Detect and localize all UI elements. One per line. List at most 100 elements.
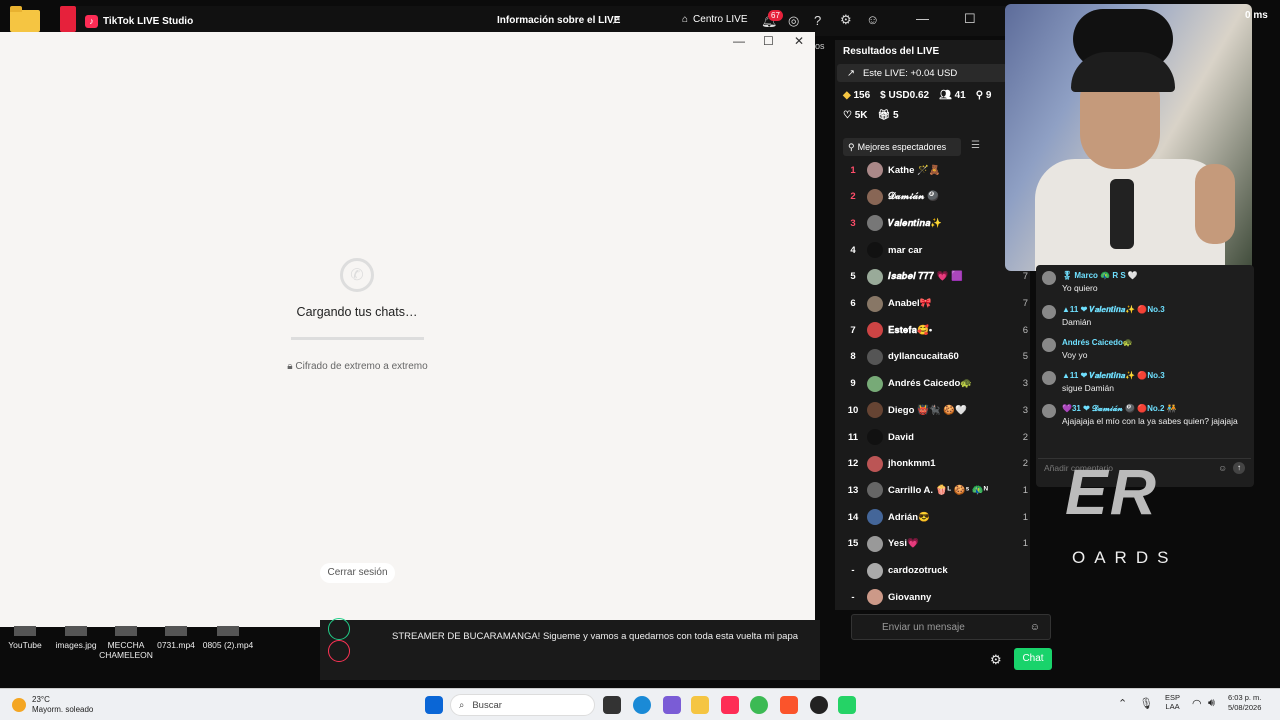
lang-line1: ESP xyxy=(1165,693,1181,702)
chevron-up-icon[interactable]: ⌃ xyxy=(1118,697,1127,710)
file-thumbnail xyxy=(65,626,87,636)
ai-icon[interactable]: ◎ xyxy=(788,13,799,29)
chat-text: Damián xyxy=(1062,317,1092,327)
send-message-input[interactable]: Enviar un mensaje ☺ xyxy=(851,614,1051,640)
copilot-icon[interactable] xyxy=(663,696,681,714)
share-icon[interactable]: ↗ xyxy=(611,13,621,27)
brave-icon[interactable] xyxy=(780,696,798,714)
folder-icon[interactable] xyxy=(10,6,40,32)
edge-icon[interactable] xyxy=(633,696,651,714)
viewer-row[interactable]: 10 Diego 👹🐈‍⬛ 🍪🤍 3 xyxy=(843,400,1028,420)
viewer-row[interactable]: 14 Adrián😎 1 xyxy=(843,507,1028,527)
webcam-feed xyxy=(1005,4,1252,271)
chrome-icon[interactable] xyxy=(750,696,768,714)
viewer-row[interactable]: 5 𝑰𝒔𝒂𝒃𝒆𝒍 𝟕𝟕𝟕 💗 🟪 7 xyxy=(843,267,1028,287)
minimize-icon[interactable]: — xyxy=(916,11,929,26)
viewer-count: 6 xyxy=(1022,324,1028,336)
viewer-row[interactable]: 12 jhonkmm1 2 xyxy=(843,454,1028,474)
viewer-name: Anabel🎀 xyxy=(888,298,932,309)
viewer-rank: 3 xyxy=(850,217,856,229)
volume-icon[interactable]: 🔊︎ xyxy=(1208,697,1215,710)
clock[interactable]: 6:03 p. m. 5/08/2026 xyxy=(1228,693,1261,713)
viewer-row[interactable]: 4 mar car xyxy=(843,240,1028,260)
encryption-label: Cifrado de extremo a extremo xyxy=(295,361,428,372)
list-icon[interactable]: ☰ xyxy=(971,140,980,151)
avatar xyxy=(867,535,883,552)
weather-widget[interactable]: 23°C Mayorm. soleado xyxy=(12,695,93,715)
weather-condition: Mayorm. soleado xyxy=(32,705,94,714)
file-name: 0805 (2).mp4 xyxy=(202,640,254,650)
gifts-stat: 🎁︎ 5 xyxy=(878,110,899,121)
viewer-row[interactable]: 2 𝓓𝓪𝓶𝓲𝓪́𝓷 🎱 xyxy=(843,187,1028,207)
avatar xyxy=(867,348,883,365)
info-live-link[interactable]: Información sobre el LIVE xyxy=(497,15,620,26)
temperature: 23°C xyxy=(32,695,50,704)
whatsapp-logo-icon: ✆ xyxy=(340,258,374,292)
viewer-count: 3 xyxy=(1022,404,1028,416)
chat-button[interactable]: Chat xyxy=(1014,648,1052,670)
usd-value: USD0.62 xyxy=(888,90,930,101)
diamond-icon: ◆ xyxy=(843,90,851,101)
centro-live-button[interactable]: ⌂ Centro LIVE xyxy=(682,14,748,25)
emoji-icon[interactable]: ☺ xyxy=(1030,622,1040,633)
viewer-row[interactable]: 6 Anabel🎀 7 xyxy=(843,294,1028,314)
profile-icon[interactable]: ☺ xyxy=(866,12,879,27)
whatsapp-taskbar-icon[interactable] xyxy=(838,696,856,714)
logout-button[interactable]: Cerrar sesión xyxy=(320,563,395,583)
viewer-rank: - xyxy=(851,591,855,603)
boards-logo-text: OARDS xyxy=(1072,548,1178,567)
settings-icon[interactable]: ⚙ xyxy=(840,12,852,28)
wifi-icon[interactable]: ◠ xyxy=(1192,697,1202,710)
chat-username: ▲11 ❤ 𝑽𝒂𝒍𝒆𝒏𝒕𝒊𝒏𝒂✨ 🔴No.3 xyxy=(1062,305,1165,314)
task-view-icon[interactable] xyxy=(603,696,621,714)
help-icon[interactable]: ? xyxy=(814,13,821,28)
usd-stat: $ USD0.62 xyxy=(880,90,929,101)
viewer-count: 2 xyxy=(1022,431,1028,443)
avatar xyxy=(1042,271,1056,285)
viewer-name: mar car xyxy=(888,244,923,256)
file-explorer-icon[interactable] xyxy=(691,696,709,714)
viewer-row[interactable]: 15 Yesi💗 1 xyxy=(843,534,1028,554)
gear-icon[interactable]: ⚙ xyxy=(990,652,1002,668)
diamonds-value: 156 xyxy=(853,90,871,101)
stream-action-icon-1[interactable] xyxy=(328,618,350,640)
taskbar-search[interactable]: ⌕ Buscar xyxy=(450,694,595,716)
live-results-panel: Resultados del LIVE ↗ Este LIVE: +0.04 U… xyxy=(835,40,1030,610)
wa-close-icon[interactable]: ✕ xyxy=(794,34,804,48)
viewer-row[interactable]: 7 𝐄𝐬𝐭𝐞𝐟𝐚🥰• 6 xyxy=(843,320,1028,340)
viewer-row[interactable]: 13 Carrillo A. 🍿ᴸ 🍪ˢ 🦚ᴺ 1 xyxy=(843,480,1028,500)
viewer-row[interactable]: 11 David 2 xyxy=(843,427,1028,447)
tiktok-desktop-shortcut[interactable] xyxy=(60,6,76,32)
wa-maximize-icon[interactable]: ☐ xyxy=(763,34,774,48)
viewer-name: Diego 👹🐈‍⬛ 🍪🤍 xyxy=(888,404,967,416)
viewer-count: 5 xyxy=(1022,351,1028,363)
latency-readout: 0 ms xyxy=(1245,10,1268,21)
chat-username: Andrés Caicedo🐢 xyxy=(1062,338,1133,347)
wa-minimize-icon[interactable]: — xyxy=(733,34,745,48)
viewer-name: dyllancucaita60 xyxy=(888,351,959,363)
mic-icon[interactable]: 🎙︎ xyxy=(1139,697,1153,710)
tiktok-taskbar-icon[interactable] xyxy=(721,696,739,714)
emoji-icon[interactable]: ☺ xyxy=(1218,459,1227,477)
stream-action-icon-2[interactable] xyxy=(328,640,350,662)
maximize-icon[interactable]: ☐ xyxy=(964,11,976,27)
obs-icon[interactable] xyxy=(810,696,828,714)
top-viewers-icon: ⚲ xyxy=(848,141,855,152)
viewer-row[interactable]: 3 𝑽𝒂𝒍𝒆𝒏𝒕𝒊𝒏𝒂✨ xyxy=(843,213,1028,233)
tab-top-viewers[interactable]: ⚲ Mejores espectadores xyxy=(843,138,961,156)
language-indicator[interactable]: ESP LAA xyxy=(1165,693,1180,711)
avatar xyxy=(867,402,883,419)
viewers-value: 41 xyxy=(954,90,966,101)
viewer-rank: 12 xyxy=(847,458,859,470)
avatar xyxy=(867,562,883,579)
windows-start-icon[interactable] xyxy=(425,696,443,714)
viewer-row[interactable]: 1 Kathe 🪄🧸 xyxy=(843,160,1028,180)
desktop-file[interactable]: 0731.mp4 xyxy=(146,626,206,650)
viewer-row[interactable]: 9 Andrés Caicedo🐢 3 xyxy=(843,374,1028,394)
desktop-file[interactable]: 0805 (2).mp4 xyxy=(198,626,258,650)
send-arrow-icon[interactable]: ↑ xyxy=(1233,462,1245,474)
viewer-row[interactable]: - Giovanny xyxy=(843,587,1028,607)
viewer-row[interactable]: - cardozotruck xyxy=(843,561,1028,581)
viewer-row[interactable]: 8 dyllancucaita60 5 xyxy=(843,347,1028,367)
avatar xyxy=(867,589,883,606)
